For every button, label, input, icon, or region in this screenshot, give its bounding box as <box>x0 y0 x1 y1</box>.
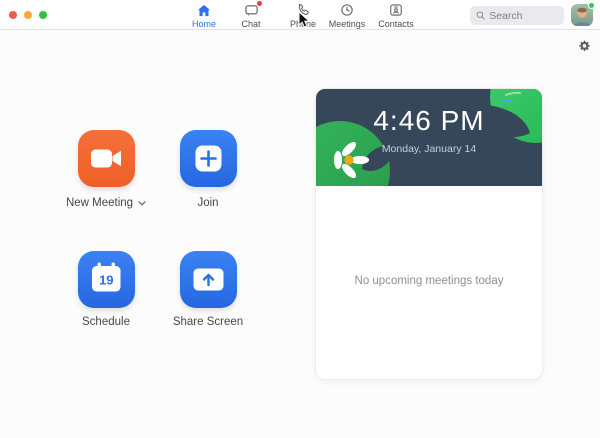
chat-notification-badge <box>256 1 262 6</box>
upcoming-meetings-card: 4:46 PM Monday, January 14 No upcoming m… <box>315 88 543 380</box>
join-button[interactable] <box>180 130 237 187</box>
tab-meetings[interactable]: Meetings <box>321 3 373 29</box>
search-icon <box>476 11 485 20</box>
plus-icon <box>195 145 222 172</box>
tab-contacts-label: Contacts <box>378 19 414 29</box>
phone-icon <box>296 3 310 17</box>
share-screen-label-row: Share Screen <box>138 316 278 328</box>
new-meeting-label: New Meeting <box>65 197 134 209</box>
search-box[interactable] <box>470 6 564 25</box>
calendar-icon: 19 <box>92 262 121 292</box>
settings-button[interactable] <box>578 40 592 54</box>
arrow-up-icon <box>193 268 224 291</box>
current-date: Monday, January 14 <box>381 143 477 155</box>
home-icon <box>197 3 211 17</box>
new-meeting-button[interactable] <box>78 130 135 187</box>
join-label-row: Join <box>138 197 278 209</box>
chat-icon <box>244 1 262 17</box>
clock-header: 4:46 PM Monday, January 14 <box>316 89 542 186</box>
video-camera-icon <box>91 149 121 168</box>
tab-contacts[interactable]: Contacts <box>370 3 422 29</box>
no-meetings-message: No upcoming meetings today <box>354 275 504 287</box>
online-status-dot <box>588 2 595 9</box>
schedule-label: Schedule <box>82 316 130 328</box>
contacts-icon <box>389 3 403 17</box>
lily-pad-illustration <box>316 89 542 186</box>
close-window-button[interactable] <box>9 11 17 19</box>
tab-phone-label: Phone <box>289 19 317 29</box>
tab-chat[interactable]: Chat <box>225 1 277 29</box>
calendar-day-number: 19 <box>99 273 113 288</box>
tab-home[interactable]: Home <box>178 3 230 29</box>
search-input[interactable] <box>489 9 558 22</box>
avatar[interactable] <box>571 2 595 26</box>
tab-meetings-label: Meetings <box>328 19 366 29</box>
share-screen-button[interactable] <box>180 251 237 308</box>
gear-icon <box>579 40 590 52</box>
zoom-app-window: Home Chat Phone Meetings Contacts Search… <box>0 0 600 438</box>
fullscreen-window-button[interactable] <box>39 11 47 19</box>
minimize-window-button[interactable] <box>24 11 32 19</box>
current-time: 4:46 PM <box>373 105 485 136</box>
toolbar: Home Chat Phone Meetings Contacts Search <box>0 0 600 30</box>
share-screen-label: Share Screen <box>172 316 244 328</box>
join-label: Join <box>197 197 219 209</box>
tab-chat-label: Chat <box>241 19 261 29</box>
tab-home-label: Home <box>191 19 216 29</box>
schedule-button[interactable]: 19 <box>78 251 135 308</box>
meetings-icon <box>340 3 354 17</box>
